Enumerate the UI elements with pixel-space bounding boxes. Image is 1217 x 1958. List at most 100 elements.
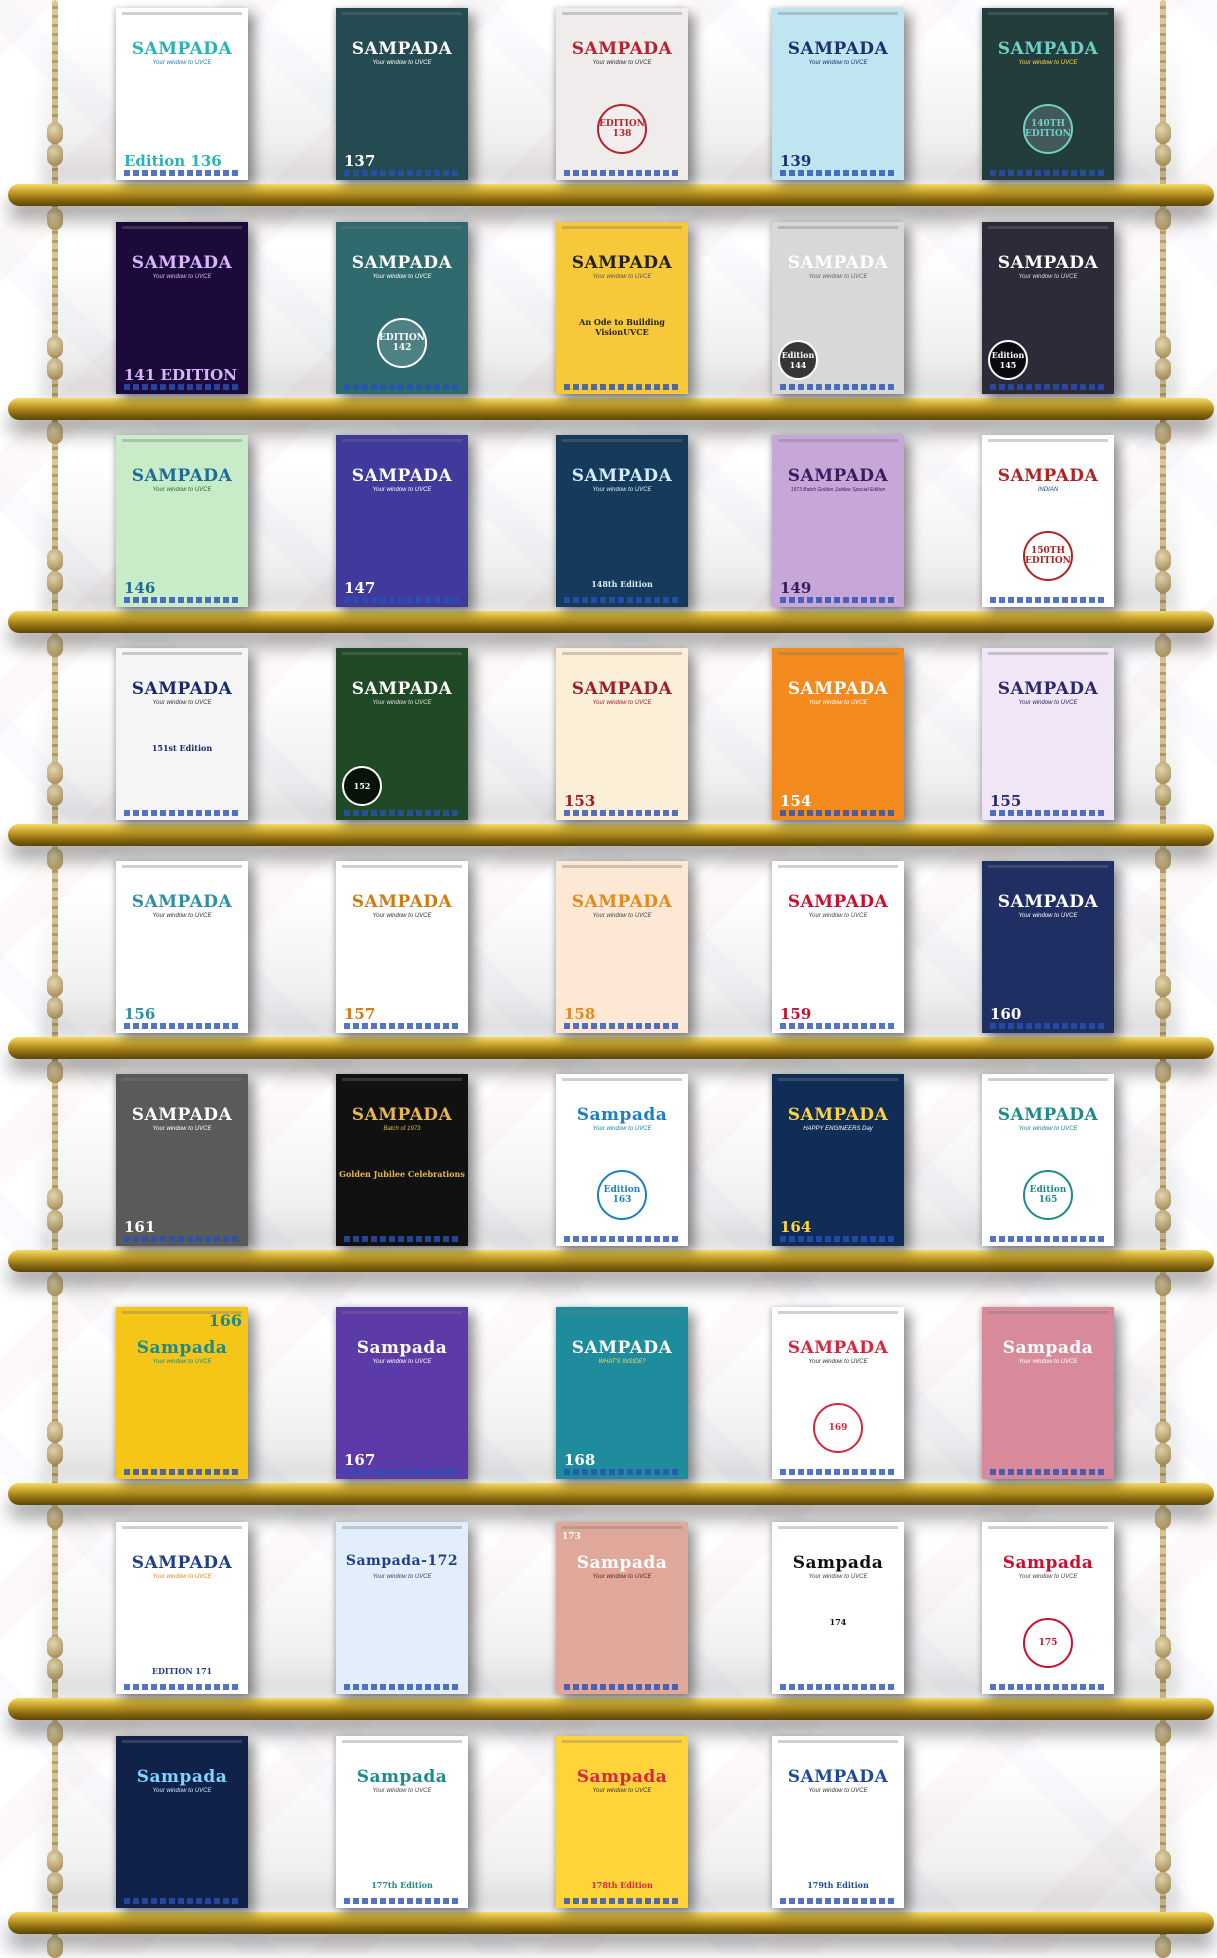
cover-header-line — [988, 439, 1108, 442]
magazine-cover[interactable]: Sampada Your window to UVCE — [982, 1307, 1114, 1479]
magazine-cover[interactable]: Sampada-172 Your window to UVCE — [336, 1522, 468, 1694]
magazine-cover[interactable]: SAMPADA Your window to UVCE Edition 144 — [772, 222, 904, 394]
magazine-cover[interactable]: Sampada Your window to UVCE 174 — [772, 1522, 904, 1694]
magazine-cover[interactable]: SAMPADA Your window to UVCE 141 EDITION — [116, 222, 248, 394]
magazine-cover[interactable]: SAMPADA Your window to UVCE EDITION 171 — [116, 1522, 248, 1694]
magazine-cover[interactable]: SAMPADA Your window to UVCE 155 — [982, 648, 1114, 820]
social-icons-strip — [780, 1469, 896, 1475]
edition-number: 160 — [990, 1005, 1022, 1023]
magazine-cover[interactable]: SAMPADA Your window to UVCE 152 — [336, 648, 468, 820]
cover-tagline: Your window to UVCE — [1018, 912, 1078, 919]
cover-tagline: Your window to UVCE — [152, 1358, 212, 1365]
cover-tagline: Your window to UVCE — [808, 699, 868, 706]
magazine-cover[interactable]: SAMPADA Your window to UVCE 156 — [116, 861, 248, 1033]
magazine-cover[interactable]: SAMPADA Your window to UVCE 158 — [556, 861, 688, 1033]
rope-left-knot — [47, 1061, 63, 1083]
edition-number: 158 — [564, 1005, 596, 1023]
cover-tagline: Your window to UVCE — [1018, 1125, 1078, 1132]
edition-label: 179th Edition — [807, 1880, 869, 1890]
cover-title: SAMPADA — [571, 252, 673, 273]
cover-header-line — [122, 1526, 242, 1529]
magazine-cover[interactable]: SAMPADA Your window to UVCE 179th Edition — [772, 1736, 904, 1908]
magazine-cover[interactable]: SAMPADA Your window to UVCE Edition 136 — [116, 8, 248, 180]
magazine-cover[interactable]: SAMPADA Your window to UVCE 139 — [772, 8, 904, 180]
magazine-cover[interactable]: SAMPADA Batch of 1973 Golden Jubilee Celeb… — [336, 1074, 468, 1246]
social-icons-strip — [344, 1684, 460, 1690]
magazine-cover[interactable]: SAMPADA Your window to UVCE 154 — [772, 648, 904, 820]
edition-number: 157 — [344, 1005, 376, 1023]
cover-tagline: Your window to UVCE — [372, 1787, 432, 1794]
cover-tagline: Your window to UVCE — [152, 699, 212, 706]
magazine-cover[interactable]: SAMPADA INDIAN 150TH EDITION — [982, 435, 1114, 607]
social-icons-strip — [564, 170, 680, 176]
cover-header-line — [342, 226, 462, 229]
magazine-cover[interactable]: SAMPADA 1973 Batch Golden Jubilee Special… — [772, 435, 904, 607]
cover-tagline: Your window to UVCE — [152, 273, 212, 280]
magazine-cover[interactable]: SAMPADA Your window to UVCE 159 — [772, 861, 904, 1033]
cover-title: SAMPADA — [787, 891, 889, 912]
cover-tagline: Your window to UVCE — [152, 1787, 212, 1794]
social-icons-strip — [124, 1898, 240, 1904]
magazine-cover[interactable]: SAMPADA Your window to UVCE 169 — [772, 1307, 904, 1479]
magazine-cover[interactable]: SAMPADA Your window to UVCE EDITION 142 — [336, 222, 468, 394]
magazine-cover[interactable]: Sampada Your window to UVCE 175 — [982, 1522, 1114, 1694]
edition-number: 139 — [780, 152, 812, 170]
cover-title: SAMPADA — [787, 1766, 889, 1787]
magazine-cover[interactable]: SAMPADA Your window to UVCE 151st Edition — [116, 648, 248, 820]
magazine-cover[interactable]: Sampada Your window to UVCE — [116, 1736, 248, 1908]
cover-header-line — [988, 226, 1108, 229]
magazine-cover[interactable]: SAMPADA Your window to UVCE An Ode to Buil… — [556, 222, 688, 394]
social-icons-strip — [990, 1469, 1106, 1475]
rope-right-knot — [1155, 1936, 1171, 1958]
magazine-cover[interactable]: SAMPADA Your window to UVCE 161 — [116, 1074, 248, 1246]
cover-tagline: Your window to UVCE — [1018, 1573, 1078, 1580]
cover-title: SAMPADA — [131, 891, 233, 912]
shelf-plank — [8, 611, 1214, 633]
cover-tagline: Your window to UVCE — [808, 1787, 868, 1794]
cover-title: SAMPADA — [571, 891, 673, 912]
cover-tagline: Your window to UVCE — [592, 699, 652, 706]
cover-header-line — [562, 1311, 682, 1314]
magazine-cover[interactable]: Sampada Your window to UVCE 167 — [336, 1307, 468, 1479]
magazine-cover[interactable]: SAMPADA HAPPY ENGINEERS Day 164 — [772, 1074, 904, 1246]
cover-tagline: Your window to UVCE — [372, 1358, 432, 1365]
magazine-cover[interactable]: SAMPADA Your window to UVCE 140TH EDITION — [982, 8, 1114, 180]
cover-tagline: Your window to UVCE — [152, 1125, 212, 1132]
magazine-cover[interactable]: Sampada Your window to UVCE 177th Edition — [336, 1736, 468, 1908]
cover-header-line — [122, 865, 242, 868]
magazine-cover[interactable]: SAMPADA Your window to UVCE 153 — [556, 648, 688, 820]
cover-title: SAMPADA — [571, 38, 673, 59]
magazine-cover[interactable]: SAMPADA Your window to UVCE 157 — [336, 861, 468, 1033]
cover-tagline: INDIAN — [1037, 486, 1059, 493]
social-icons-strip — [990, 1236, 1106, 1242]
rope-right-knot — [1155, 422, 1171, 444]
magazine-cover[interactable]: SAMPADA Your window to UVCE 148th Edition — [556, 435, 688, 607]
magazine-cover[interactable]: SAMPADA Your window to UVCE 146 — [116, 435, 248, 607]
cover-tagline: Your window to UVCE — [592, 486, 652, 493]
magazine-cover[interactable]: SAMPADA Your window to UVCE Edition 165 — [982, 1074, 1114, 1246]
magazine-cover[interactable]: Sampada Your window to UVCE 173 — [556, 1522, 688, 1694]
magazine-cover[interactable]: SAMPADA Your window to UVCE 137 — [336, 8, 468, 180]
rope-right-knot — [1155, 1061, 1171, 1083]
cover-title: Sampada — [1002, 1552, 1094, 1573]
social-icons-strip — [990, 1684, 1106, 1690]
social-icons-strip — [990, 170, 1106, 176]
cover-title: Sampada — [356, 1337, 448, 1358]
magazine-cover[interactable]: SAMPADA Your window to UVCE 160 — [982, 861, 1114, 1033]
magazine-cover[interactable]: SAMPADA Your window to UVCE EDITION 138 — [556, 8, 688, 180]
rope-left-knot — [47, 1507, 63, 1529]
cover-header-line — [778, 1311, 898, 1314]
cover-header-line — [778, 1740, 898, 1743]
magazine-cover[interactable]: SAMPADA Your window to UVCE Edition 145 — [982, 222, 1114, 394]
edition-badge: 152 — [342, 766, 382, 806]
magazine-cover[interactable]: Sampada Your window to UVCE Edition 163 — [556, 1074, 688, 1246]
cover-tagline: Your window to UVCE — [152, 912, 212, 919]
cover-header-line — [122, 652, 242, 655]
social-icons-strip — [344, 170, 460, 176]
cover-tagline: Your window to UVCE — [592, 1125, 652, 1132]
cover-header-line — [988, 12, 1108, 15]
magazine-cover[interactable]: Sampada Your window to UVCE 166 — [116, 1307, 248, 1479]
magazine-cover[interactable]: SAMPADA Your window to UVCE 147 — [336, 435, 468, 607]
magazine-cover[interactable]: Sampada Your window to UVCE 178th Edition — [556, 1736, 688, 1908]
magazine-cover[interactable]: SAMPADA WHAT'S INSIDE? 168 — [556, 1307, 688, 1479]
